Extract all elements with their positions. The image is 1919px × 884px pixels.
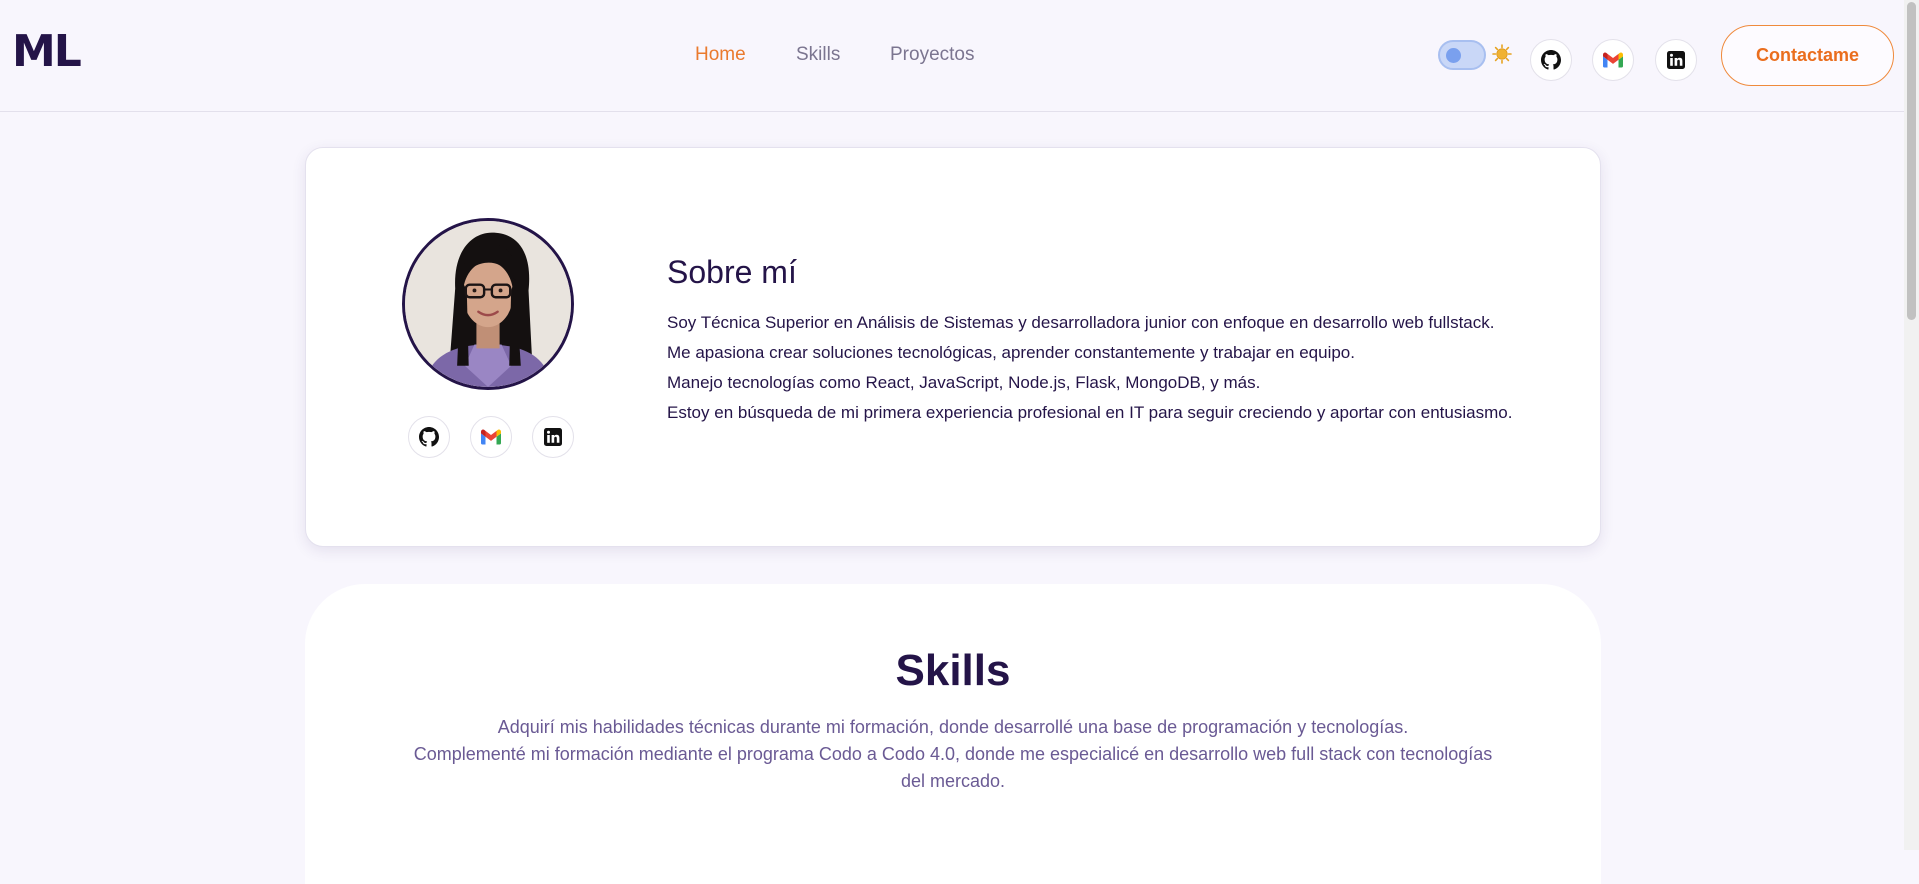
page-scrollbar[interactable] xyxy=(1904,0,1919,850)
sun-icon xyxy=(1492,44,1512,64)
about-card: Sobre mí Soy Técnica Superior en Análisi… xyxy=(305,147,1601,547)
toggle-knob xyxy=(1446,48,1461,63)
skills-line: del mercado. xyxy=(900,771,1006,791)
about-paragraph: Estoy en búsqueda de mi primera experien… xyxy=(667,403,1513,422)
header-gmail-button[interactable] xyxy=(1592,39,1634,81)
profile-photo xyxy=(402,218,574,390)
skills-line: Complementé mi formación mediante el pro… xyxy=(413,744,1493,764)
nav-link-skills[interactable]: Skills xyxy=(796,44,840,66)
profile-portrait xyxy=(405,221,571,387)
about-github-button[interactable] xyxy=(408,416,450,458)
theme-toggle[interactable] xyxy=(1438,40,1486,70)
header-github-button[interactable] xyxy=(1530,39,1572,81)
about-paragraph: Soy Técnica Superior en Análisis de Sist… xyxy=(667,313,1495,332)
skills-title: Skills xyxy=(895,646,1011,695)
github-icon xyxy=(1541,50,1561,70)
about-linkedin-button[interactable] xyxy=(532,416,574,458)
linkedin-icon xyxy=(1667,51,1685,69)
about-gmail-button[interactable] xyxy=(470,416,512,458)
header-linkedin-button[interactable] xyxy=(1655,39,1697,81)
gmail-icon xyxy=(1603,52,1623,68)
about-paragraph: Manejo tecnologías como React, JavaScrip… xyxy=(667,373,1261,392)
about-description: Soy Técnica Superior en Análisis de Sist… xyxy=(667,308,1512,428)
about-title: Sobre mí xyxy=(667,254,797,290)
about-paragraph: Me apasiona crear soluciones tecnológica… xyxy=(667,343,1355,362)
site-logo[interactable]: ML xyxy=(12,26,82,77)
top-navbar: ML Home Skills Proyectos Contactame xyxy=(0,0,1904,112)
skills-description: Adquirí mis habilidades técnicas durante… xyxy=(345,714,1561,795)
skills-section: Skills Adquirí mis habilidades técnicas … xyxy=(305,584,1601,884)
gmail-icon xyxy=(481,429,501,445)
linkedin-icon xyxy=(544,428,562,446)
contact-button[interactable]: Contactame xyxy=(1721,25,1894,86)
skills-line: Adquirí mis habilidades técnicas durante… xyxy=(497,717,1409,737)
nav-link-home[interactable]: Home xyxy=(695,44,746,66)
scrollbar-thumb[interactable] xyxy=(1907,2,1916,320)
github-icon xyxy=(419,427,439,447)
nav-link-proyectos[interactable]: Proyectos xyxy=(890,44,974,66)
